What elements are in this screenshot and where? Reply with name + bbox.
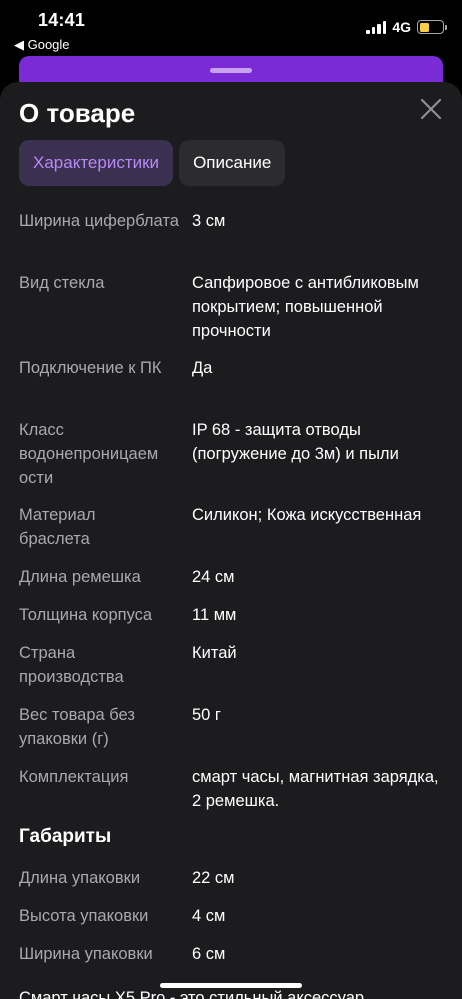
back-to-google-link[interactable]: ◀ Google <box>14 37 70 53</box>
spec-value: Китай <box>192 644 237 662</box>
spec-value: смарт часы, магнитная зарядка, 2 ремешка… <box>192 768 439 810</box>
dimension-label: Длина упаковки <box>19 869 141 887</box>
spec-label: Класс водонепроницаем ости <box>19 421 159 487</box>
sheet-title: О товаре <box>19 98 136 128</box>
spec-value: 11 мм <box>192 606 237 624</box>
sheet-grabber-handle[interactable] <box>210 68 252 73</box>
description-preview: Смарт часы X5 Pro - это стильный аксессу… <box>19 989 365 999</box>
spec-value: 50 г <box>192 706 221 724</box>
spec-label: Длина ремешка <box>19 568 141 586</box>
status-bar: 14:41 ◀ Google 4G <box>0 0 462 56</box>
spec-label: Комплектация <box>19 768 129 786</box>
home-indicator[interactable] <box>160 983 302 988</box>
tab-characteristics[interactable]: Характеристики <box>19 140 174 186</box>
spec-value: 3 см <box>192 212 226 230</box>
spec-value: Да <box>192 359 213 377</box>
spec-label: Материал браслета <box>19 506 96 548</box>
dimension-value: 6 см <box>192 945 226 963</box>
spec-value: IP 68 - защита отводы (погружение до 3м)… <box>192 421 399 463</box>
spec-label: Ширина циферблата <box>19 212 179 230</box>
network-type: 4G <box>392 19 411 35</box>
spec-value: 24 см <box>192 568 235 586</box>
spec-label: Вид стекла <box>19 274 105 292</box>
dimension-value: 4 см <box>192 907 226 925</box>
spec-label: Страна производства <box>19 644 124 686</box>
dimension-value: 22 см <box>192 869 235 887</box>
dimension-label: Ширина упаковки <box>19 945 153 963</box>
product-info-sheet: О товаре Характеристики Описание Ширина … <box>0 82 462 999</box>
spec-label: Толщина корпуса <box>19 606 153 624</box>
tab-description[interactable]: Описание <box>179 140 286 186</box>
tabs: Характеристики Описание <box>19 140 286 186</box>
battery-icon <box>417 20 447 34</box>
spec-value: Сапфировое с антибликовым покрытием; пов… <box>192 274 419 340</box>
spec-label: Подключение к ПК <box>19 359 162 377</box>
spec-value: Силикон; Кожа искусственная <box>192 506 422 524</box>
spec-label: Вес товара без упаковки (г) <box>19 706 135 748</box>
cellular-signal-icon <box>366 20 387 34</box>
dimension-label: Высота упаковки <box>19 907 149 925</box>
close-icon[interactable] <box>418 96 444 122</box>
dimensions-title: Габариты <box>19 826 112 847</box>
status-indicators: 4G <box>366 19 447 35</box>
status-time: 14:41 <box>38 10 86 30</box>
